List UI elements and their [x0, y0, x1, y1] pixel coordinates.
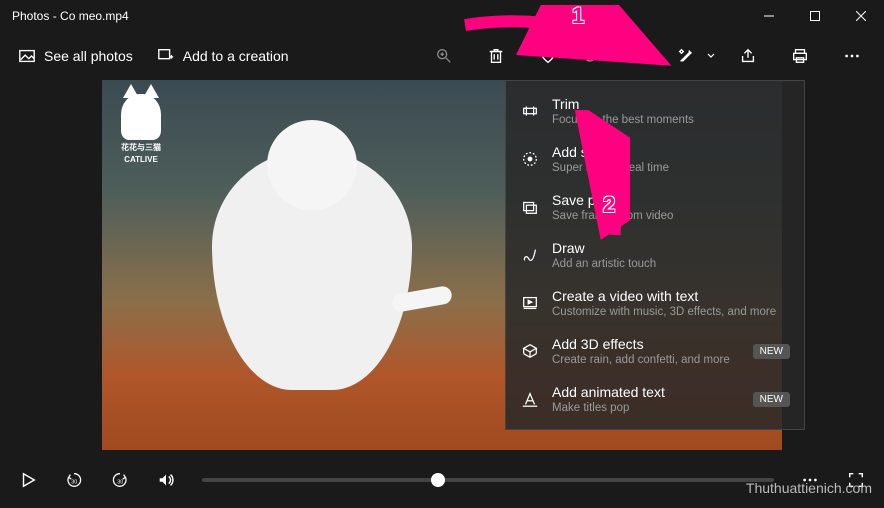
trash-icon [487, 47, 505, 65]
maximize-button[interactable] [792, 0, 838, 32]
menu-item-desc: Make titles pop [552, 401, 741, 415]
chevron-down-icon [611, 52, 619, 60]
print-icon [791, 47, 809, 65]
add-to-creation-button[interactable]: Add to a creation [147, 38, 299, 74]
menu-item-title: Create a video with text [552, 287, 790, 305]
menu-item-title: Trim [552, 95, 790, 113]
trim-icon [520, 101, 540, 121]
watermark-text-top: 花花与三猫 [121, 142, 161, 153]
animated-text-icon [520, 389, 540, 409]
svg-text:30: 30 [117, 480, 123, 486]
rotate-button[interactable] [576, 38, 624, 74]
slomo-icon [520, 149, 540, 169]
share-button[interactable] [724, 38, 772, 74]
menu-item-video-text[interactable]: Create a video with text Customize with … [506, 279, 804, 327]
share-icon [739, 47, 757, 65]
annotation-number-1: 1 [572, 3, 584, 29]
rotate-icon [581, 47, 599, 65]
menu-item-desc: Add an artistic touch [552, 257, 790, 271]
see-all-label: See all photos [44, 48, 133, 64]
draw-icon [520, 245, 540, 265]
watermark-text-bottom: CATLIVE [124, 155, 158, 164]
video-content [212, 150, 412, 390]
close-button[interactable] [838, 0, 884, 32]
zoom-in-icon [435, 47, 453, 65]
menu-item-title: Save photos [552, 191, 790, 209]
add-creation-icon [157, 47, 175, 65]
video-text-icon [520, 293, 540, 313]
menu-item-animated-text[interactable]: Add animated text Make titles pop NEW [506, 375, 804, 423]
titlebar: Photos - Co meo.mp4 [0, 0, 884, 32]
svg-text:30: 30 [71, 480, 77, 486]
photo-icon [18, 47, 36, 65]
print-button[interactable] [776, 38, 824, 74]
menu-item-save-photos[interactable]: Save photos Save frames from video [506, 183, 804, 231]
menu-item-desc: Customize with music, 3D effects, and mo… [552, 305, 790, 319]
rewind-button[interactable]: 30 [54, 460, 94, 500]
menu-item-desc: Super slow to real time [552, 161, 790, 175]
add-creation-label: Add to a creation [183, 48, 289, 64]
menu-item-3d-effects[interactable]: Add 3D effects Create rain, add confetti… [506, 327, 804, 375]
progress-bar[interactable] [202, 478, 774, 482]
play-button[interactable] [8, 460, 48, 500]
site-watermark: Thuthuattienich.com [746, 480, 872, 496]
forward-icon: 30 [111, 471, 129, 489]
menu-item-title: Add 3D effects [552, 335, 741, 353]
edit-create-icon [677, 47, 695, 65]
progress-handle[interactable] [431, 473, 445, 487]
menu-item-title: Draw [552, 239, 790, 257]
toolbar: See all photos Add to a creation [0, 32, 884, 80]
menu-item-slomo[interactable]: Add slo-mo Super slow to real time [506, 135, 804, 183]
edit-create-button[interactable] [672, 38, 720, 74]
menu-item-desc: Create rain, add confetti, and more [552, 353, 741, 367]
chevron-down-icon [707, 52, 715, 60]
video-watermark-logo: 花花与三猫 CATLIVE [116, 94, 166, 164]
menu-item-desc: Focus on the best moments [552, 113, 790, 127]
new-badge: NEW [753, 344, 790, 359]
more-button[interactable] [828, 38, 876, 74]
minimize-button[interactable] [746, 0, 792, 32]
window-title: Photos - Co meo.mp4 [12, 9, 129, 23]
rewind-icon: 30 [65, 471, 83, 489]
heart-icon [539, 47, 557, 65]
menu-item-trim[interactable]: Trim Focus on the best moments [506, 87, 804, 135]
play-icon [19, 471, 37, 489]
see-all-photos-button[interactable]: See all photos [8, 38, 143, 74]
menu-item-title: Add slo-mo [552, 143, 790, 161]
edit-create-dropdown: Trim Focus on the best moments Add slo-m… [505, 80, 805, 430]
volume-icon [157, 471, 175, 489]
delete-button[interactable] [472, 38, 520, 74]
zoom-button[interactable] [420, 38, 468, 74]
forward-button[interactable]: 30 [100, 460, 140, 500]
more-icon [843, 47, 861, 65]
annotation-number-2: 2 [603, 192, 615, 218]
favorite-button[interactable] [524, 38, 572, 74]
menu-item-desc: Save frames from video [552, 209, 790, 223]
save-photos-icon [520, 197, 540, 217]
volume-button[interactable] [146, 460, 186, 500]
cube-icon [520, 341, 540, 361]
new-badge: NEW [753, 392, 790, 407]
menu-item-title: Add animated text [552, 383, 741, 401]
menu-item-draw[interactable]: Draw Add an artistic touch [506, 231, 804, 279]
